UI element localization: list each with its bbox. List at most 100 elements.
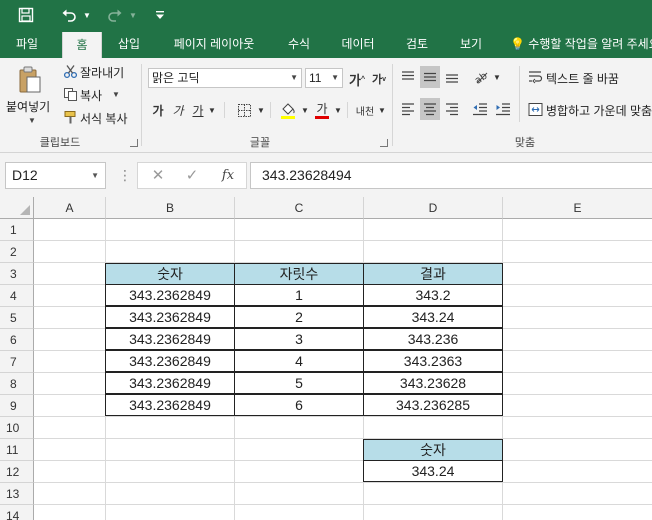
enter-icon[interactable]: ✓ (180, 163, 204, 188)
column-header-e[interactable]: E (503, 197, 652, 219)
table-cell[interactable]: 1 (234, 284, 364, 306)
borders-dropdown-icon[interactable]: ▼ (256, 99, 266, 121)
align-bottom-icon[interactable] (442, 66, 462, 88)
paste-icon[interactable] (10, 64, 48, 96)
table-header-number[interactable]: 숫자 (105, 263, 235, 285)
table-cell[interactable]: 343.24 (363, 306, 503, 328)
paste-button[interactable]: 붙여넣기 (6, 98, 50, 115)
orientation-dropdown-icon[interactable]: ▼ (492, 66, 502, 88)
row-header-5[interactable]: 5 (0, 307, 34, 329)
table-cell[interactable]: 343.2 (363, 284, 503, 306)
tab-data[interactable]: 데이터 (332, 30, 384, 58)
tab-file[interactable]: 파일 (6, 30, 48, 58)
copy-button[interactable]: 복사 (80, 87, 102, 104)
cancel-icon[interactable]: ✕ (146, 163, 170, 188)
table-cell[interactable]: 343.2363 (363, 350, 503, 372)
row-header-14[interactable]: 14 (0, 505, 34, 520)
name-box[interactable]: D12 ▼ (5, 162, 106, 189)
align-top-icon[interactable] (398, 66, 418, 88)
font-color-dropdown-icon[interactable]: ▼ (333, 99, 343, 121)
merge-center-button[interactable]: 병합하고 가운데 맞춤 (546, 102, 652, 119)
orientation-icon[interactable]: ab (470, 66, 492, 88)
column-header-c[interactable]: C (235, 197, 364, 219)
wrap-text-button[interactable]: 텍스트 줄 바꿈 (546, 70, 619, 87)
column-header-d[interactable]: D (364, 197, 503, 219)
increase-font-size-icon[interactable]: 가 ^ (348, 68, 366, 90)
customize-qat-icon[interactable] (152, 4, 168, 26)
copy-dropdown-icon[interactable]: ▼ (112, 90, 120, 99)
tab-view[interactable]: 보기 (450, 30, 492, 58)
clipboard-launcher-icon[interactable] (130, 139, 138, 147)
fill-color-dropdown-icon[interactable]: ▼ (300, 99, 310, 121)
table-cell[interactable]: 6 (234, 394, 364, 416)
small-table-value-cell[interactable]: 343.24 (363, 460, 503, 482)
row-header-12[interactable]: 12 (0, 461, 34, 483)
tab-formulas[interactable]: 수식 (278, 30, 320, 58)
row-header-3[interactable]: 3 (0, 263, 34, 285)
formula-input[interactable]: 343.23628494 (250, 162, 652, 189)
tab-review[interactable]: 검토 (396, 30, 438, 58)
row-header-4[interactable]: 4 (0, 285, 34, 307)
decrease-indent-icon[interactable] (470, 98, 490, 120)
row-header-13[interactable]: 13 (0, 483, 34, 505)
cut-button[interactable]: 잘라내기 (80, 64, 124, 81)
tab-insert[interactable]: 삽입 (108, 30, 150, 58)
format-painter-button[interactable]: 서식 복사 (80, 110, 128, 127)
row-header-2[interactable]: 2 (0, 241, 34, 263)
row-header-7[interactable]: 7 (0, 351, 34, 373)
fill-color-icon[interactable] (278, 99, 298, 121)
column-header-b[interactable]: B (106, 197, 235, 219)
column-header-a[interactable]: A (34, 197, 106, 219)
underline-button[interactable]: 가 (190, 99, 206, 121)
undo-dropdown-icon[interactable]: ▼ (81, 4, 93, 26)
borders-icon[interactable] (234, 99, 254, 121)
paste-dropdown-icon[interactable]: ▼ (28, 116, 36, 125)
table-cell[interactable]: 343.2362849 (105, 328, 235, 350)
font-size-combo[interactable]: 11 ▼ (305, 68, 343, 88)
align-middle-icon[interactable] (420, 66, 440, 88)
small-table-header[interactable]: 숫자 (363, 439, 503, 461)
table-cell[interactable]: 3 (234, 328, 364, 350)
table-cell[interactable]: 5 (234, 372, 364, 394)
align-center-icon[interactable] (420, 98, 440, 120)
table-cell[interactable]: 343.23628 (363, 372, 503, 394)
align-left-icon[interactable] (398, 98, 418, 120)
wrap-text-icon[interactable] (526, 68, 544, 86)
redo-dropdown-icon[interactable]: ▼ (127, 4, 139, 26)
insert-function-icon[interactable]: fx (216, 163, 240, 188)
table-cell[interactable]: 343.2362849 (105, 306, 235, 328)
row-header-9[interactable]: 9 (0, 395, 34, 417)
phonetic-dropdown-icon[interactable]: ▼ (377, 99, 387, 121)
table-header-digits[interactable]: 자릿수 (234, 263, 364, 285)
table-header-result[interactable]: 결과 (363, 263, 503, 285)
font-launcher-icon[interactable] (380, 139, 388, 147)
table-cell[interactable]: 2 (234, 306, 364, 328)
undo-icon[interactable] (58, 4, 80, 26)
row-header-6[interactable]: 6 (0, 329, 34, 351)
table-cell[interactable]: 343.2362849 (105, 394, 235, 416)
table-cell[interactable]: 343.236 (363, 328, 503, 350)
align-right-icon[interactable] (442, 98, 462, 120)
table-cell[interactable]: 4 (234, 350, 364, 372)
table-cell[interactable]: 343.2362849 (105, 350, 235, 372)
increase-indent-icon[interactable] (493, 98, 513, 120)
save-icon[interactable] (12, 4, 40, 26)
bold-button[interactable]: 가 (150, 99, 166, 121)
row-header-1[interactable]: 1 (0, 219, 34, 241)
font-name-combo[interactable]: 맑은 고딕 ▼ (148, 68, 302, 88)
phonetic-guide-button[interactable]: 내천 (354, 99, 376, 121)
worksheet-grid[interactable]: A B C D E 1 2 3 4 5 6 7 8 9 10 11 12 13 … (0, 197, 652, 520)
tab-page-layout[interactable]: 페이지 레이아웃 (162, 30, 266, 58)
table-cell[interactable]: 343.236285 (363, 394, 503, 416)
row-header-8[interactable]: 8 (0, 373, 34, 395)
underline-dropdown-icon[interactable]: ▼ (207, 99, 217, 121)
tell-me-box[interactable]: 💡 수행할 작업을 알려 주세요 (510, 30, 652, 58)
font-color-icon[interactable]: 가 (313, 99, 331, 121)
table-cell[interactable]: 343.2362849 (105, 284, 235, 306)
decrease-font-size-icon[interactable]: 가v (370, 68, 388, 90)
tab-home[interactable]: 홈 (62, 32, 102, 58)
italic-button[interactable]: 가 (170, 99, 186, 121)
row-header-10[interactable]: 10 (0, 417, 34, 439)
redo-icon[interactable] (104, 4, 126, 26)
table-cell[interactable]: 343.2362849 (105, 372, 235, 394)
